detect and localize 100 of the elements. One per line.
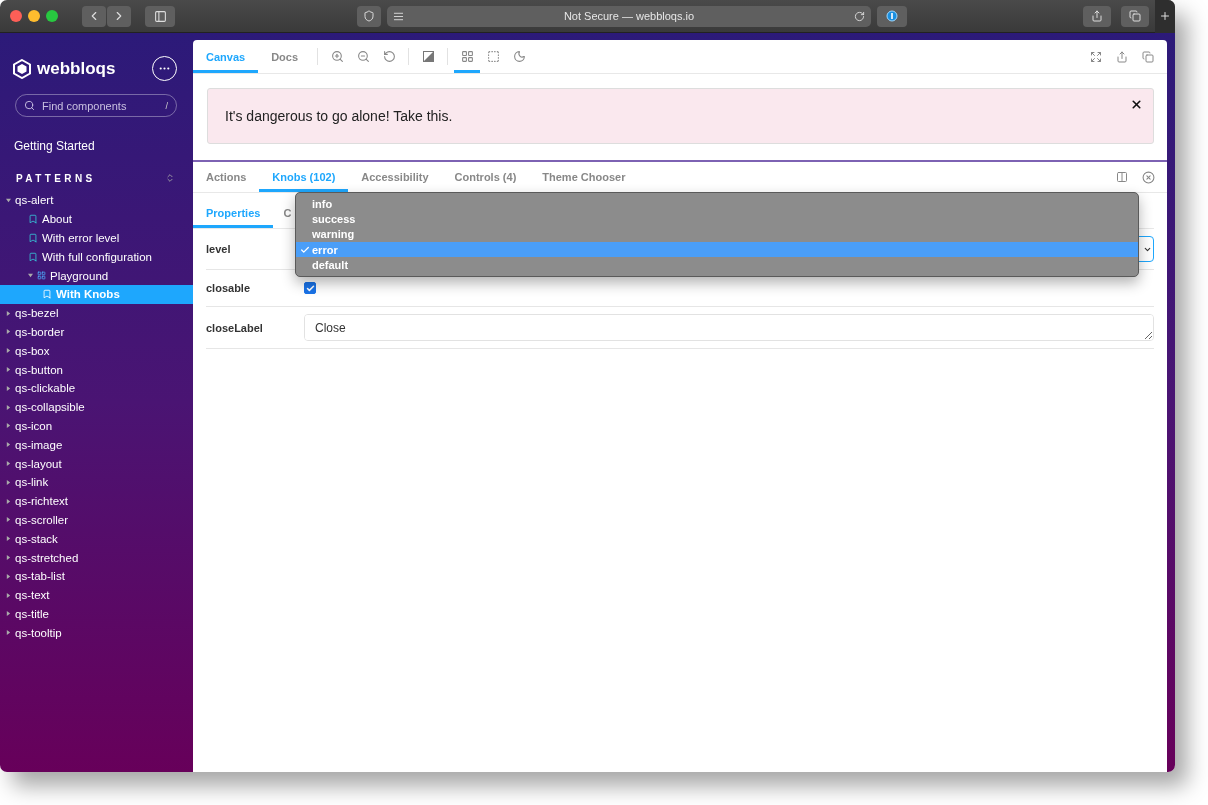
grid-icon xyxy=(460,50,474,63)
tree-item[interactable]: qs-link xyxy=(0,472,193,492)
sidebar-link[interactable]: Getting Started xyxy=(0,139,193,155)
tabs-icon xyxy=(1129,10,1141,22)
hexagon-logo-icon xyxy=(12,58,32,79)
caret-icon xyxy=(6,611,11,617)
zoom-in-icon xyxy=(330,50,344,63)
tree-item[interactable]: qs-tab-list xyxy=(0,566,193,586)
close-light[interactable] xyxy=(10,10,22,22)
tree-item[interactable]: qs-border xyxy=(0,322,193,342)
tab[interactable]: Docs xyxy=(258,40,312,73)
plus-icon xyxy=(1159,10,1171,22)
new-tab-button[interactable] xyxy=(1155,0,1175,33)
contrast-icon xyxy=(422,51,434,62)
tree-item[interactable]: qs-image xyxy=(0,435,193,455)
tree-item[interactable]: qs-richtext xyxy=(0,491,193,511)
shortcut-key: / xyxy=(165,100,168,111)
check-icon xyxy=(300,244,310,255)
bookmark-icon xyxy=(28,251,38,262)
tree-item[interactable]: With full configuration xyxy=(0,247,193,267)
caret-icon xyxy=(6,423,11,429)
tree-item[interactable]: qs-button xyxy=(0,360,193,379)
moon-icon xyxy=(512,50,526,63)
address-bar[interactable]: Not Secure — webbloqs.io xyxy=(387,5,871,27)
checkbox[interactable] xyxy=(304,282,316,294)
share-button[interactable] xyxy=(1083,5,1111,27)
ring-icon xyxy=(886,10,898,22)
logo[interactable]: webbloqs xyxy=(12,58,116,79)
caret-icon xyxy=(6,573,11,579)
reset-icon xyxy=(382,50,396,63)
bookmark-icon xyxy=(28,233,38,243)
expand-icon xyxy=(1090,50,1102,63)
reader-icon xyxy=(393,10,404,22)
bookmark-icon xyxy=(42,289,52,300)
share-icon xyxy=(1091,10,1103,22)
tab[interactable]: Accessibility xyxy=(348,162,442,192)
knob-label: closeLabel xyxy=(206,321,263,334)
columns-icon xyxy=(1116,171,1128,183)
tree-item[interactable]: Playground xyxy=(0,266,193,285)
knob-label: level xyxy=(206,243,231,255)
text-field[interactable]: Close xyxy=(304,314,1154,341)
sidebar-icon xyxy=(153,9,167,23)
tree-item[interactable]: qs-icon xyxy=(0,416,193,436)
address-text: Not Secure — webbloqs.io xyxy=(562,10,696,22)
forward-button[interactable] xyxy=(107,5,131,27)
extension-button[interactable] xyxy=(877,5,907,27)
shield-button[interactable] xyxy=(357,5,381,27)
shield-icon xyxy=(363,10,375,22)
tree-item[interactable]: qs-stretched xyxy=(0,548,193,567)
caret-icon xyxy=(6,498,11,504)
tree-item[interactable]: qs-box xyxy=(0,341,193,361)
caret-icon xyxy=(6,517,11,523)
caret-icon xyxy=(6,197,11,203)
search-input[interactable]: Find components xyxy=(40,98,161,113)
caret-icon xyxy=(6,479,11,485)
tabs-button[interactable] xyxy=(1121,5,1149,27)
tree-item[interactable]: qs-clickable xyxy=(0,378,193,398)
tree-item[interactable]: qs-collapsible xyxy=(0,397,193,417)
tab[interactable]: Theme Chooser xyxy=(529,162,639,192)
tree-item[interactable]: qs-title xyxy=(0,604,193,624)
tab[interactable]: C xyxy=(273,197,296,228)
tree-item[interactable]: qs-alert xyxy=(0,191,193,210)
caret-icon xyxy=(6,385,11,391)
caret-icon xyxy=(6,367,11,373)
share-icon xyxy=(1116,50,1128,63)
zoom-out-icon xyxy=(356,50,370,63)
tree-item[interactable]: qs-layout xyxy=(0,454,193,473)
tree-item[interactable]: About xyxy=(0,209,193,229)
close-icon xyxy=(1141,170,1155,184)
caret-icon xyxy=(6,592,11,598)
grid-icon xyxy=(37,271,46,281)
caret-icon xyxy=(6,348,11,354)
minimize-light[interactable] xyxy=(28,10,40,22)
caret-icon xyxy=(6,536,11,542)
alert-message: It's dangerous to go alone! Take this. xyxy=(225,108,453,124)
section-heading: PATTERNS xyxy=(16,172,96,184)
close-button[interactable] xyxy=(1130,98,1143,111)
tree-item[interactable]: qs-stack xyxy=(0,529,193,549)
check-icon xyxy=(305,283,315,293)
tree-item[interactable]: With error level xyxy=(0,228,193,248)
back-button[interactable] xyxy=(82,5,106,27)
tree-item[interactable]: qs-tooltip xyxy=(0,623,193,643)
tree-item[interactable]: qs-bezel xyxy=(0,303,193,323)
tree-item[interactable]: qs-scroller xyxy=(0,510,193,530)
caret-icon xyxy=(28,273,33,279)
caret-icon xyxy=(6,404,11,410)
close-icon xyxy=(1130,98,1143,111)
knob-label: closable xyxy=(206,282,251,294)
zoom-light[interactable] xyxy=(46,10,58,22)
caret-icon xyxy=(6,630,11,636)
outline-icon xyxy=(486,50,500,63)
caret-icon xyxy=(6,555,11,561)
reload-icon xyxy=(854,10,865,22)
tab[interactable]: Controls (4) xyxy=(441,162,530,192)
tab[interactable]: Actions xyxy=(193,162,260,192)
caret-icon xyxy=(6,310,11,316)
tree-item[interactable]: qs-text xyxy=(0,585,193,605)
expand-collapse-icon[interactable] xyxy=(165,173,175,183)
search-icon xyxy=(24,100,35,111)
sidebar-button[interactable] xyxy=(145,5,175,27)
